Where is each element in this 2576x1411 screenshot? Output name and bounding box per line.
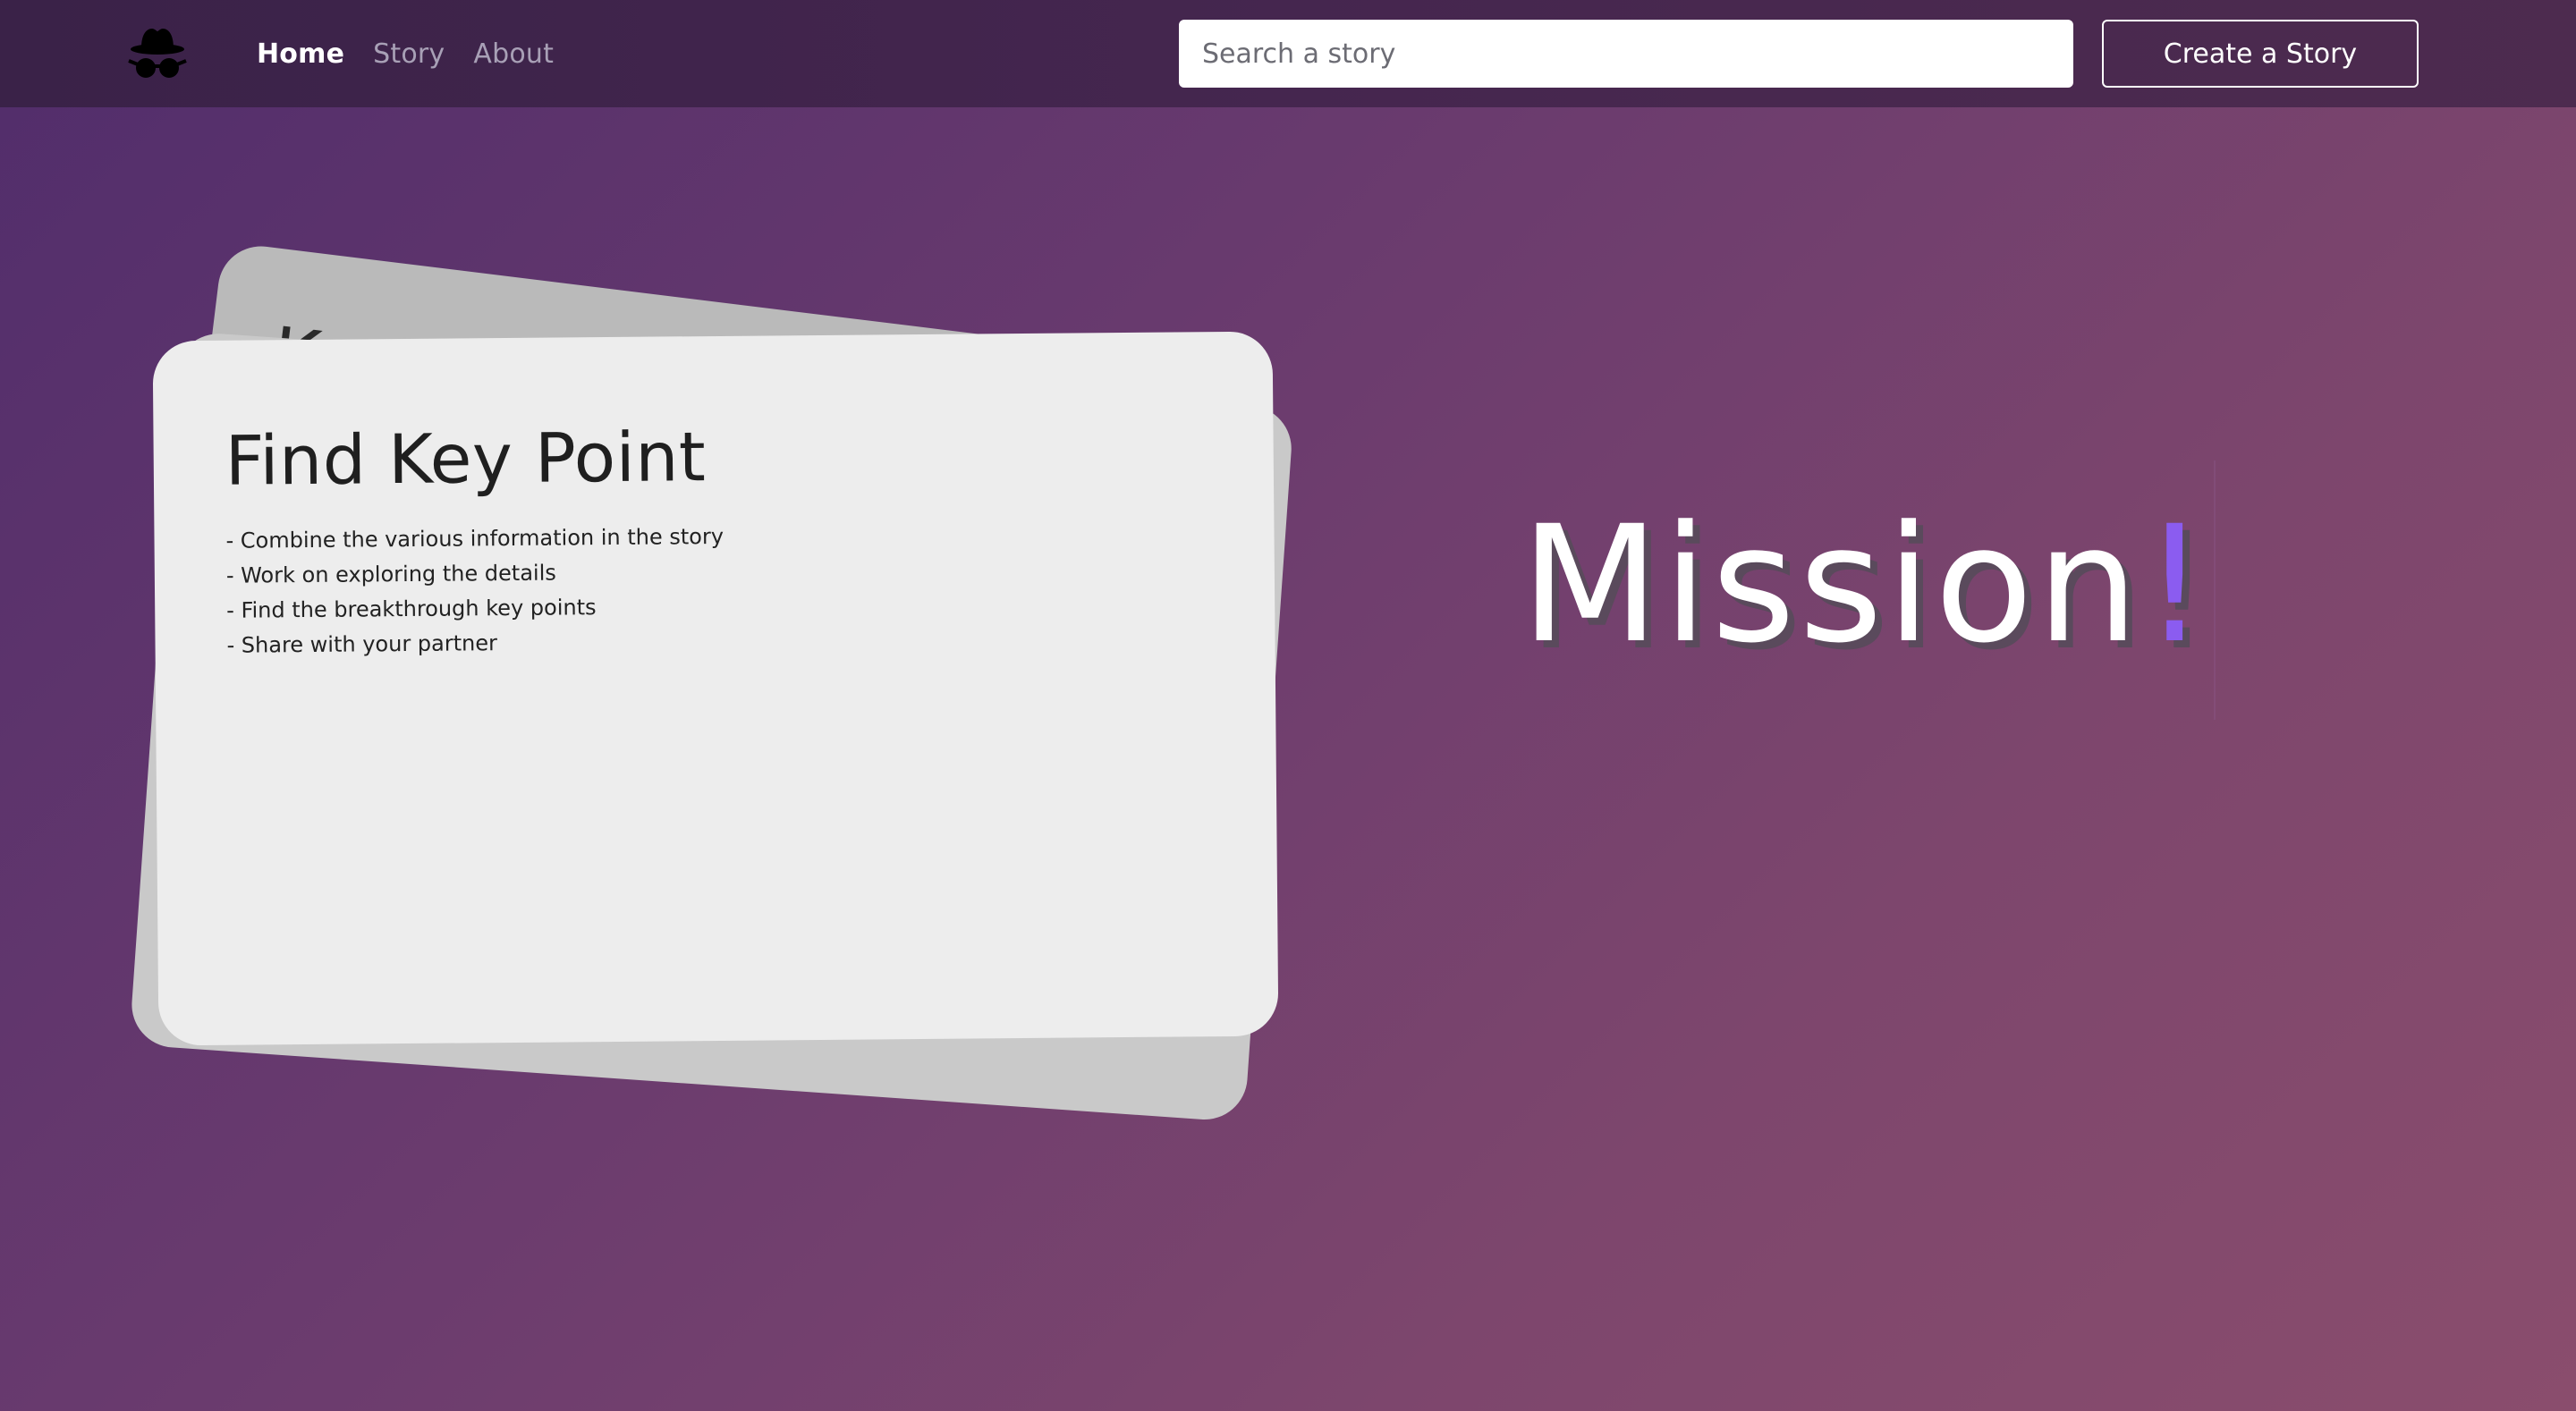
card-point: - Share with your partner	[226, 630, 498, 658]
card-points-list: - Combine the various information in the…	[225, 515, 1203, 663]
mission-heading: Mission!	[1521, 496, 2210, 675]
card-title: Find Key Point	[225, 417, 707, 501]
mission-word: Mission	[1521, 492, 2143, 679]
top-navbar: Home Story About Create a Story	[0, 0, 2576, 107]
mission-exclaim: !	[2142, 492, 2211, 679]
nav-link-about[interactable]: About	[473, 38, 554, 70]
story-card-front[interactable]: Find Key Point - Combine the various inf…	[152, 331, 1279, 1046]
text-cursor-divider	[2214, 460, 2216, 720]
nav-link-story[interactable]: Story	[373, 38, 445, 70]
search-input[interactable]	[1179, 20, 2073, 88]
nav-link-home[interactable]: Home	[257, 38, 344, 70]
nav-links: Home Story About	[257, 0, 554, 107]
spy-incognito-icon[interactable]	[125, 21, 190, 86]
create-story-button[interactable]: Create a Story	[2102, 20, 2419, 88]
